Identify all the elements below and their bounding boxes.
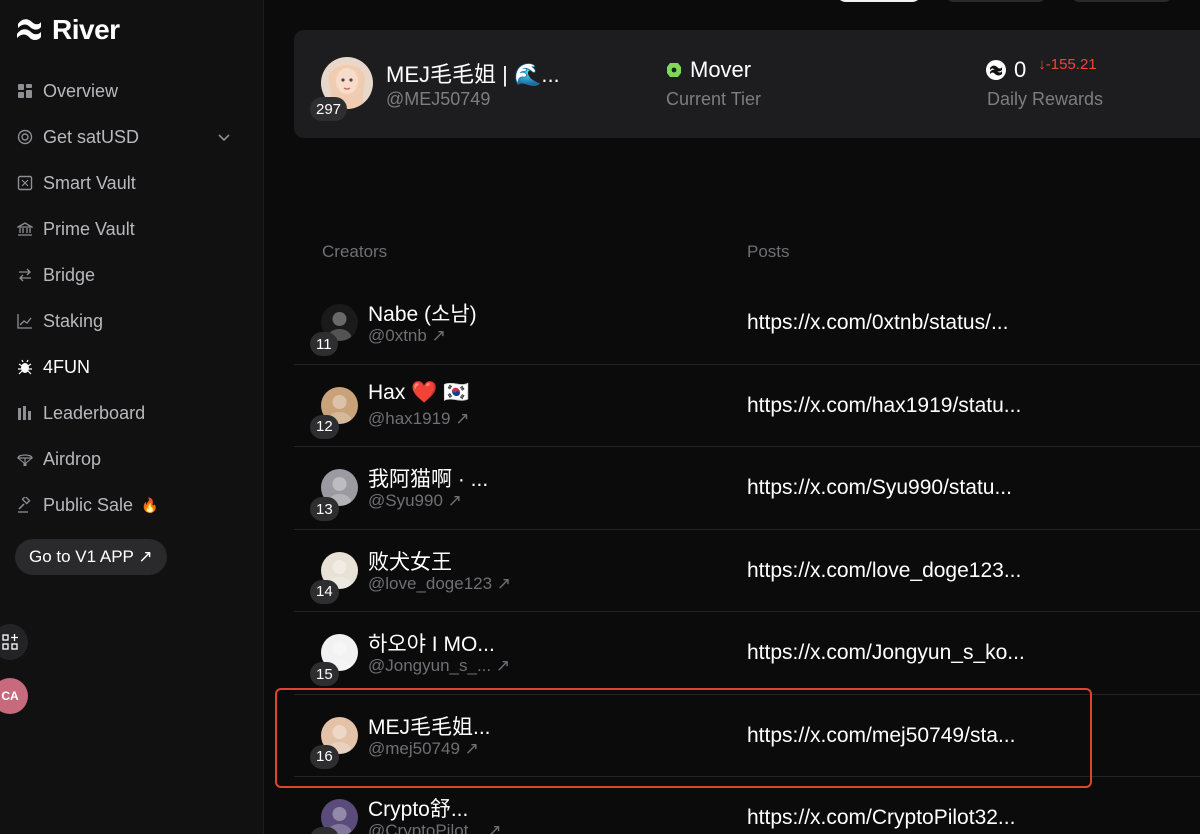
sidebar-item-label: Leaderboard <box>43 402 146 423</box>
creator-name[interactable]: 我阿猫啊 · ... <box>368 463 488 493</box>
sidebar-item-label: Staking <box>43 310 104 331</box>
top-tab-3[interactable] <box>1070 0 1174 2</box>
table-row[interactable]: 17 Crypto舒... @CryptoPilot... ↗ https://… <box>294 777 1200 834</box>
post-link[interactable]: https://x.com/0xtnb/status/... <box>747 311 1008 335</box>
swap-arrows-icon <box>16 266 34 284</box>
river-logo-icon <box>17 19 41 40</box>
post-link[interactable]: https://x.com/CryptoPilot32... <box>747 806 1015 830</box>
top-tab-2[interactable] <box>944 0 1048 2</box>
creator-handle-link[interactable]: @CryptoPilot... ↗ <box>368 821 502 834</box>
creator-name[interactable]: Nabe (소남) <box>368 298 477 328</box>
creator-name[interactable]: MEJ毛毛姐... <box>368 711 491 741</box>
sidebar-item-bridge[interactable]: Bridge <box>0 252 264 298</box>
target-icon <box>16 128 34 146</box>
post-link[interactable]: https://x.com/Syu990/statu... <box>747 476 1012 500</box>
rewards-label: Daily Rewards <box>987 89 1104 109</box>
creator-rank-badge: 11 <box>310 332 338 356</box>
grid-icon <box>16 82 34 100</box>
table-row[interactable]: 13 我阿猫啊 · ... @Syu990 ↗ https://x.com/Sy… <box>294 447 1200 530</box>
rewards-value: 0 ↓-155.21 <box>986 55 1097 83</box>
sidebar-item-label: Overview <box>43 80 119 101</box>
rewards-delta: ↓-155.21 <box>1038 55 1097 73</box>
sidebar-item-staking[interactable]: Staking <box>0 298 264 344</box>
creator-name[interactable]: Crypto舒... <box>368 793 468 823</box>
sidebar-item-label: Smart Vault <box>43 172 136 193</box>
profile-card: 297 MEJ毛毛姐 | 🌊... @MEJ50749 Mover Curren… <box>294 30 1200 138</box>
creator-rank-badge: 16 <box>310 744 339 769</box>
sidebar-item-smart-vault[interactable]: Smart Vault <box>0 160 264 206</box>
table-body: 11 Nabe (소남) @0xtnb ↗ https://x.com/0xtn… <box>294 282 1200 834</box>
sidebar-item-leaderboard[interactable]: Leaderboard <box>0 390 264 436</box>
bank-icon <box>16 220 34 238</box>
tier-gem-icon <box>667 63 681 77</box>
sidebar-item-label: Prime Vault <box>43 218 135 239</box>
go-to-v1-button[interactable]: Go to V1 APP ↗ <box>15 539 167 575</box>
sidebar-item-prime-vault[interactable]: Prime Vault <box>0 206 264 252</box>
creator-rank-badge: 12 <box>310 414 339 439</box>
table-row[interactable]: 14 败犬女王 @love_doge123 ↗ https://x.com/lo… <box>294 530 1200 612</box>
post-link[interactable]: https://x.com/Jongyun_s_ko... <box>747 641 1025 665</box>
creator-name[interactable]: 하오야 I MO... <box>368 628 495 658</box>
chart-line-icon <box>16 312 34 330</box>
app-root: River Overview Get satUSD Smart Vault Pr… <box>0 0 1200 834</box>
apps-icon[interactable] <box>0 624 28 660</box>
post-link[interactable]: https://x.com/hax1919/statu... <box>747 394 1021 418</box>
creator-rank-badge: 15 <box>310 662 339 686</box>
parachute-icon <box>16 450 34 468</box>
creator-handle-link[interactable]: @love_doge123 ↗ <box>368 574 511 594</box>
profile-rank-badge: 297 <box>310 97 348 121</box>
bug-icon <box>16 358 34 376</box>
creator-handle-link[interactable]: @0xtnb ↗ <box>368 326 446 346</box>
sidebar-item-label: Get satUSD <box>43 126 140 147</box>
table-row[interactable]: 12 Hax ❤️ 🇰🇷 @hax1919 ↗ https://x.com/ha… <box>294 365 1200 447</box>
post-link[interactable]: https://x.com/love_doge123... <box>747 559 1021 583</box>
sidebar-item-get-satusd[interactable]: Get satUSD <box>0 114 264 160</box>
sidebar-item-label: Public Sale <box>43 494 134 515</box>
creator-handle-link[interactable]: @Syu990 ↗ <box>368 491 462 511</box>
top-tab-active[interactable] <box>836 0 922 2</box>
creator-rank-badge: 13 <box>310 497 339 521</box>
creator-handle-link[interactable]: @hax1919 ↗ <box>368 409 469 429</box>
gavel-icon <box>16 496 34 514</box>
table-row[interactable]: 16 MEJ毛毛姐... @mej50749 ↗ https://x.com/m… <box>294 695 1200 777</box>
profile-handle: @MEJ50749 <box>386 89 491 109</box>
sidebar-item-public-sale[interactable]: Public Sale 🔥 <box>0 482 264 528</box>
language-switch[interactable]: CA <box>0 678 28 714</box>
sidebar-nav: Overview Get satUSD Smart Vault Prime Va… <box>0 68 264 528</box>
sidebar-item-4fun[interactable]: 4FUN <box>0 344 264 390</box>
column-header-creators: Creators <box>322 242 388 261</box>
tier-name: Mover <box>690 57 752 82</box>
sidebar-item-label: Bridge <box>43 264 96 285</box>
sidebar: River Overview Get satUSD Smart Vault Pr… <box>0 0 264 834</box>
vault-icon <box>16 174 34 192</box>
creator-handle-link[interactable]: @Jongyun_s_... ↗ <box>368 656 510 676</box>
sidebar-item-overview[interactable]: Overview <box>0 68 264 114</box>
column-header-posts: Posts <box>747 242 790 261</box>
tier-value: Mover <box>666 57 751 83</box>
sidebar-item-label: Airdrop <box>43 448 102 469</box>
creator-rank-badge: 14 <box>310 579 339 604</box>
post-link[interactable]: https://x.com/mej50749/sta... <box>747 724 1015 748</box>
rewards-amount: 0 <box>1014 57 1027 82</box>
brand-name: River <box>52 14 120 45</box>
creator-name[interactable]: Hax ❤️ 🇰🇷 <box>368 381 469 405</box>
brand-logo[interactable]: River <box>14 14 120 46</box>
fire-icon: 🔥 <box>141 496 159 513</box>
sidebar-item-airdrop[interactable]: Airdrop <box>0 436 264 482</box>
table-row[interactable]: 11 Nabe (소남) @0xtnb ↗ https://x.com/0xtn… <box>294 282 1200 365</box>
table-row[interactable]: 15 하오야 I MO... @Jongyun_s_... ↗ https://… <box>294 612 1200 695</box>
profile-name: MEJ毛毛姐 | 🌊... <box>386 62 560 87</box>
sidebar-item-label: 4FUN <box>43 356 91 377</box>
chevron-down-icon[interactable] <box>216 129 232 145</box>
river-token-icon <box>986 60 1006 80</box>
creator-name[interactable]: 败犬女王 <box>368 546 452 576</box>
tier-label: Current Tier <box>666 89 762 109</box>
bar-chart-icon <box>16 404 34 422</box>
creator-handle-link[interactable]: @mej50749 ↗ <box>368 739 479 759</box>
